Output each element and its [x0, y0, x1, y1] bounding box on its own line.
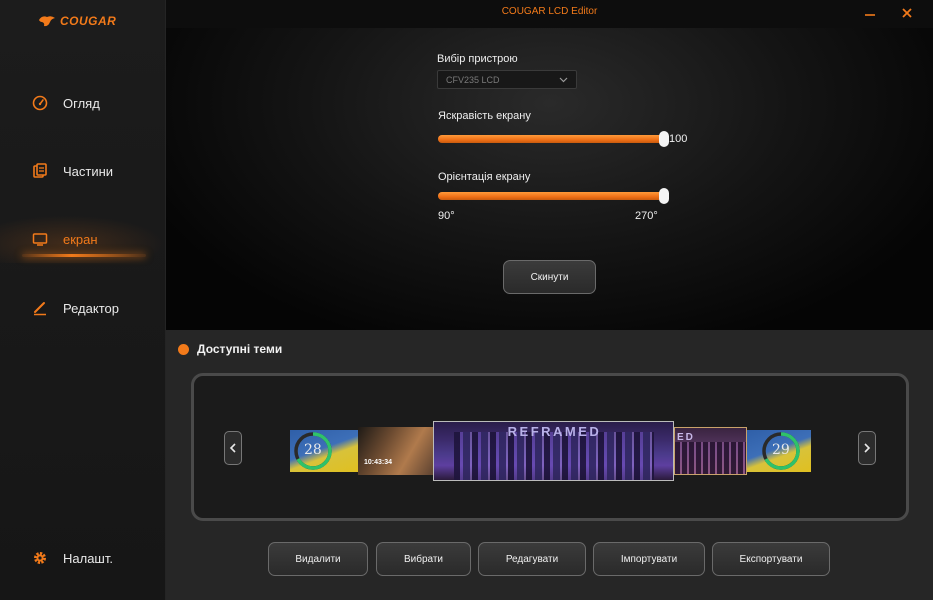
gear-icon — [32, 550, 48, 566]
sidebar-item-parts[interactable]: Частини — [0, 153, 166, 189]
carousel-prev-button[interactable] — [224, 431, 242, 465]
theme-cityscape — [454, 432, 654, 480]
device-label: Вибір пристрою — [437, 53, 518, 65]
orientation-max-label: 270° — [635, 210, 658, 222]
theme-number: 28 — [304, 442, 322, 458]
themes-header: Доступні теми — [178, 342, 282, 356]
orientation-min-label: 90° — [438, 210, 455, 222]
sidebar-item-settings[interactable]: Налашт. — [0, 540, 166, 576]
slider-fill — [438, 135, 664, 143]
chevron-left-icon — [229, 443, 236, 453]
parts-icon — [32, 163, 48, 179]
import-theme-button[interactable]: Імпортувати — [593, 542, 705, 576]
sidebar-item-editor[interactable]: Редактор — [0, 290, 166, 326]
delete-theme-button[interactable]: Видалити — [268, 542, 368, 576]
monitor-icon — [32, 231, 48, 247]
title-bar: COUGAR LCD Editor — [166, 0, 933, 28]
section-dot-icon — [178, 343, 189, 355]
theme-thumbnail-selected[interactable]: REFRAMED — [433, 421, 674, 481]
brightness-value: 100 — [669, 133, 688, 145]
theme-carousel: 28 10:43:34 REFRAMED ED 29 — [191, 373, 909, 521]
theme-number: 29 — [772, 442, 790, 458]
edit-theme-button[interactable]: Редагувати — [478, 542, 586, 576]
orientation-label: Орієнтація екрану — [438, 171, 531, 183]
orientation-slider[interactable] — [438, 188, 669, 204]
sidebar: COUGAR Огляд Частини екран Редактор Нала… — [0, 0, 166, 600]
sidebar-item-overview[interactable]: Огляд — [0, 85, 166, 121]
brightness-slider[interactable] — [438, 131, 669, 147]
sidebar-item-label: Редактор — [63, 300, 119, 316]
themes-section: Доступні теми 28 10:43:34 REFRAMED ED 29… — [166, 330, 933, 600]
device-select-value: CFV235 LCD — [446, 74, 500, 85]
brand-name: COUGAR — [60, 14, 117, 28]
pen-icon — [32, 300, 48, 316]
cougar-logo: COUGAR — [38, 14, 116, 28]
select-theme-button[interactable]: Вибрати — [376, 542, 471, 576]
sidebar-item-label: Налашт. — [63, 550, 113, 566]
device-select[interactable]: CFV235 LCD — [437, 70, 577, 89]
close-button[interactable] — [896, 3, 918, 23]
export-theme-button[interactable]: Експортувати — [712, 542, 830, 576]
speedometer-icon — [32, 95, 48, 111]
theme-thumbnail[interactable]: ED — [674, 427, 747, 475]
close-icon — [902, 8, 912, 18]
reset-button[interactable]: Скинути — [503, 260, 596, 294]
theme-time: 10:43:34 — [364, 459, 393, 466]
sidebar-item-screen[interactable]: екран — [0, 215, 166, 263]
chevron-down-icon — [559, 77, 568, 83]
minimize-button[interactable] — [859, 3, 881, 23]
carousel-next-button[interactable] — [858, 431, 876, 465]
theme-thumbnail[interactable]: 10:43:34 — [358, 427, 434, 475]
slider-thumb[interactable] — [659, 188, 669, 204]
sidebar-item-label: Огляд — [63, 95, 100, 111]
theme-title: REFRAMED — [507, 424, 602, 439]
brightness-label: Яскравість екрану — [438, 110, 531, 122]
sidebar-item-label: екран — [63, 231, 98, 247]
cougar-paw-icon — [39, 16, 55, 27]
theme-thumbnail[interactable]: 28 — [290, 430, 358, 472]
theme-cityscape — [675, 442, 746, 474]
themes-title: Доступні теми — [197, 342, 283, 356]
chevron-right-icon — [864, 443, 871, 453]
slider-fill — [438, 192, 664, 200]
slider-thumb[interactable] — [659, 131, 669, 147]
minimize-icon — [865, 14, 875, 16]
sidebar-item-label: Частини — [63, 163, 114, 179]
theme-title: ED — [677, 432, 695, 443]
screen-settings-panel: Вибір пристрою CFV235 LCD Яскравість екр… — [166, 28, 933, 330]
window-title: COUGAR LCD Editor — [501, 6, 598, 17]
theme-thumbnail[interactable]: 29 — [747, 430, 811, 472]
